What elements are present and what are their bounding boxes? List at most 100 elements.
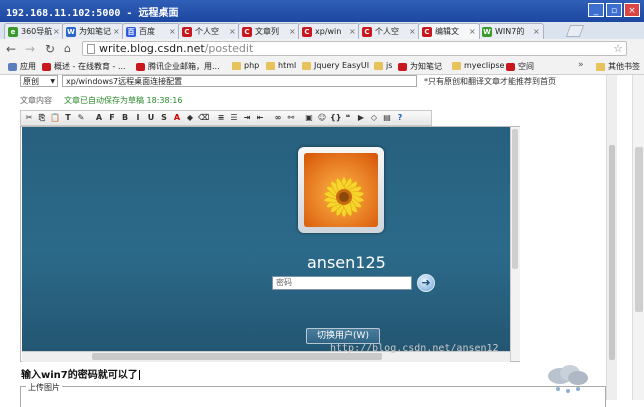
- bookmark-label: 腾讯企业邮箱，用...: [148, 62, 220, 71]
- source-icon[interactable]: ◇: [369, 113, 379, 123]
- tab-favicon-icon: C: [362, 26, 372, 37]
- font-color-icon[interactable]: A: [172, 113, 182, 123]
- bookmark-item[interactable]: 概述 - 在线教育 - ...: [42, 61, 126, 72]
- other-bookmarks[interactable]: 其他书签: [596, 61, 640, 72]
- forward-icon[interactable]: →: [25, 42, 35, 56]
- highlight-icon[interactable]: ◆: [185, 113, 195, 123]
- tab-label: 百度: [139, 27, 155, 36]
- recommend-hint: *只有原创和翻译文章才能推荐到首页: [424, 77, 556, 86]
- tab-9[interactable]: W WIN7的 ×: [478, 23, 544, 39]
- bookmark-item[interactable]: 应用: [8, 61, 36, 72]
- upload-fieldset: [20, 386, 606, 407]
- indent-icon[interactable]: ⇥: [242, 113, 252, 123]
- minimize-button[interactable]: _: [588, 3, 604, 17]
- video-icon[interactable]: ▶: [356, 113, 366, 123]
- tab-close-icon[interactable]: ×: [169, 27, 177, 36]
- tab-6[interactable]: Cxp/win ×: [298, 23, 360, 39]
- tab-label: 文章列: [255, 27, 279, 36]
- tab-1[interactable]: e 360导航 ×: [4, 23, 64, 39]
- tab-8[interactable]: C 编辑文 ×: [418, 23, 480, 39]
- tab-3[interactable]: 百百度 ×: [122, 23, 180, 39]
- tab-close-icon[interactable]: ×: [409, 27, 417, 36]
- tab-2[interactable]: W 为知笔记 ×: [62, 23, 124, 39]
- page-scrollbar[interactable]: [632, 75, 644, 400]
- strikethrough-icon[interactable]: S: [159, 113, 169, 123]
- bookmark-item[interactable]: html: [266, 61, 296, 70]
- tab-favicon-icon: C: [302, 26, 312, 37]
- editor-vertical-scrollbar[interactable]: [510, 127, 520, 361]
- blockquote-icon[interactable]: ❝: [343, 113, 353, 123]
- tab-label: WIN7的: [495, 27, 525, 36]
- bookmark-item[interactable]: Jquery EasyUI: [302, 61, 369, 70]
- article-title-input[interactable]: xp/windows7远程桌面连接配置: [62, 75, 417, 87]
- editor-typed-text[interactable]: 输入win7的密码就可以了: [21, 366, 140, 381]
- tab-label: 为知笔记: [79, 27, 111, 36]
- avatar: [298, 147, 384, 233]
- password-field[interactable]: 密码: [272, 276, 412, 290]
- tab-favicon-icon: C: [422, 26, 432, 37]
- switch-user-button[interactable]: 切换用户(W): [306, 328, 380, 344]
- site-favicon-icon: [136, 62, 145, 71]
- tab-close-icon[interactable]: ×: [113, 27, 121, 36]
- close-button[interactable]: ×: [624, 3, 640, 17]
- folder-icon: [232, 61, 241, 70]
- bookmark-item[interactable]: js: [374, 61, 392, 70]
- bold-icon[interactable]: B: [120, 113, 130, 123]
- folder-icon: [452, 61, 461, 70]
- tab-5[interactable]: C 文章列 ×: [238, 23, 300, 39]
- tab-4[interactable]: C 个人空 ×: [178, 23, 240, 39]
- bookmark-item[interactable]: php: [232, 61, 259, 70]
- bookmark-item[interactable]: 为知笔记: [398, 61, 442, 72]
- tab-favicon-icon: W: [482, 26, 492, 37]
- link-icon[interactable]: ∞: [273, 113, 283, 123]
- tab-close-icon[interactable]: ×: [289, 27, 297, 36]
- bookmark-item[interactable]: 空间: [506, 61, 534, 72]
- tab-close-icon[interactable]: ×: [469, 27, 477, 36]
- article-type-select[interactable]: 原创 ▼: [20, 75, 58, 87]
- chevron-down-icon: ▼: [50, 78, 55, 85]
- tab-close-icon[interactable]: ×: [533, 27, 541, 36]
- preview-icon[interactable]: ▤: [382, 113, 392, 123]
- upload-legend: 上传图片: [26, 382, 62, 393]
- back-icon[interactable]: ←: [6, 42, 16, 56]
- emoticon-icon[interactable]: ☺: [317, 113, 327, 123]
- tab-7[interactable]: C 个人空 ×: [358, 23, 420, 39]
- clear-format-icon[interactable]: ⌫: [198, 113, 209, 123]
- image-icon[interactable]: ▣: [304, 113, 314, 123]
- tab-close-icon[interactable]: ×: [53, 27, 61, 36]
- paste-text-icon[interactable]: T: [63, 113, 73, 123]
- watermark-text: http://blog.csdn.net/ansen12: [330, 343, 499, 354]
- tab-close-icon[interactable]: ×: [349, 27, 357, 36]
- restore-button[interactable]: ▫: [606, 3, 622, 17]
- bookmark-item[interactable]: 腾讯企业邮箱，用...: [136, 61, 220, 72]
- font-size-icon[interactable]: A: [94, 113, 104, 123]
- copy-icon[interactable]: ⎘: [37, 113, 47, 123]
- paste-icon[interactable]: 📋: [50, 113, 60, 123]
- code-icon[interactable]: {}: [330, 113, 341, 123]
- folder-icon: [266, 61, 275, 70]
- italic-icon[interactable]: I: [133, 113, 143, 123]
- ordered-list-icon[interactable]: ≡: [216, 113, 226, 123]
- page-scrollbar-inner[interactable]: [606, 75, 617, 400]
- outdent-icon[interactable]: ⇤: [255, 113, 265, 123]
- remote-desktop-titlebar[interactable]: 192.168.11.102:5000 - 远程桌面 _ ▫ ×: [0, 0, 644, 22]
- omnibox[interactable]: write.blog.csdn.net/postedit ☆: [82, 41, 627, 56]
- cloud-decoration-icon: [548, 365, 588, 393]
- cut-icon[interactable]: ✂: [24, 113, 34, 123]
- unlink-icon[interactable]: ⚯: [286, 113, 296, 123]
- tab-label: 360导航: [21, 27, 53, 36]
- help-icon[interactable]: ?: [395, 113, 405, 123]
- bookmark-star-icon[interactable]: ☆: [613, 42, 623, 55]
- tab-close-icon[interactable]: ×: [229, 27, 237, 36]
- underline-icon[interactable]: U: [146, 113, 156, 123]
- login-arrow-button[interactable]: ➜: [417, 274, 435, 292]
- text-caret: [138, 370, 140, 380]
- format-painter-icon[interactable]: ✎: [76, 113, 86, 123]
- bookmarks-overflow-button[interactable]: »: [578, 60, 584, 70]
- reload-icon[interactable]: ↻: [45, 42, 55, 56]
- bookmark-label: js: [386, 61, 393, 70]
- unordered-list-icon[interactable]: ☰: [229, 113, 239, 123]
- home-icon[interactable]: ⌂: [64, 42, 71, 55]
- font-family-icon[interactable]: F: [107, 113, 117, 123]
- bookmark-item[interactable]: myeclipse: [452, 61, 504, 70]
